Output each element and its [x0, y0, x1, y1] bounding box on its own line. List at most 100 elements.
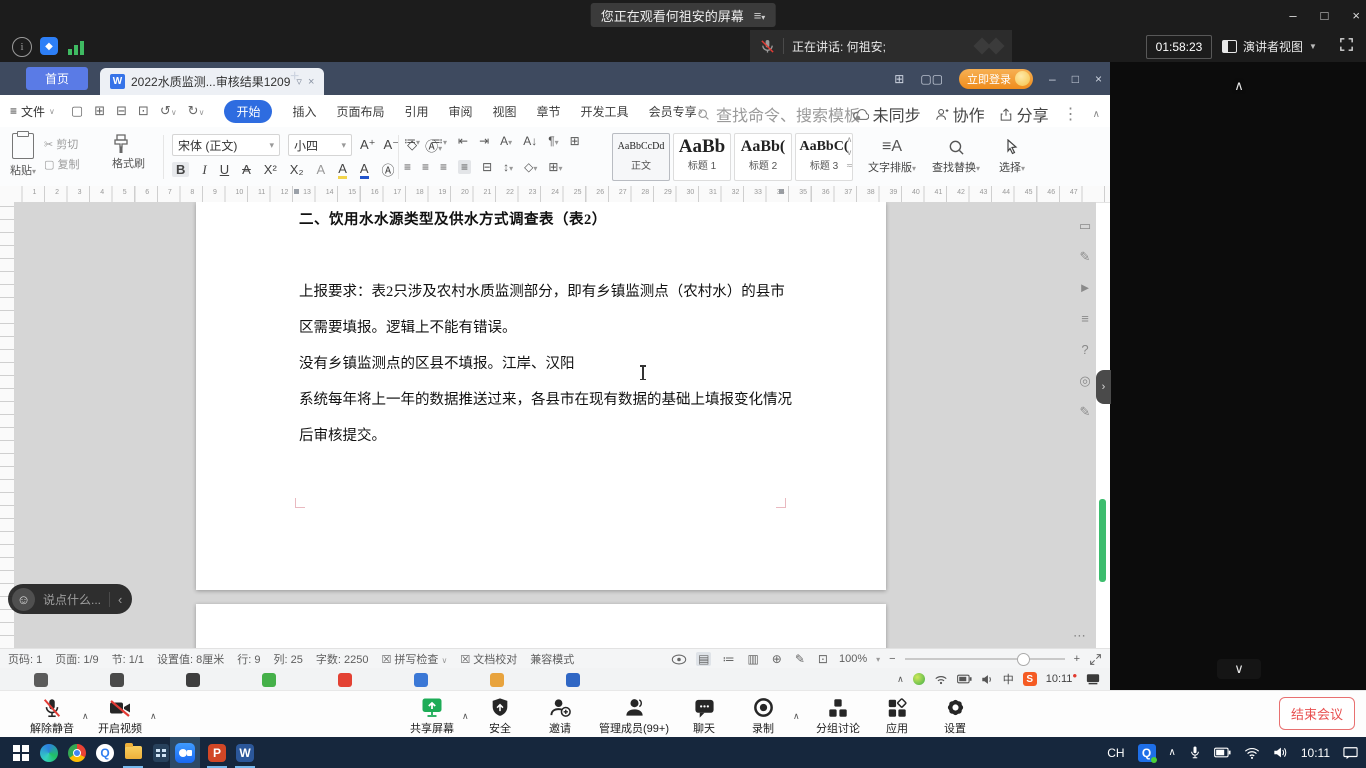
eye-protect-icon[interactable]	[671, 654, 687, 665]
distribute-icon[interactable]: ⊟	[482, 160, 492, 174]
ribbon-tab-章节[interactable]: 章节	[537, 103, 561, 120]
text-layout-button[interactable]: ≡A 文字排版▾	[866, 135, 918, 175]
bullet-list-icon[interactable]: ≔▾	[404, 134, 420, 148]
indent-marker[interactable]	[294, 189, 299, 194]
taskbar-chrome-icon[interactable]	[64, 737, 90, 768]
zoom-caret-icon[interactable]: ▾	[876, 655, 880, 664]
outline-text-button[interactable]: A	[317, 162, 326, 177]
expand-chevron-icon[interactable]: ∨	[1217, 659, 1261, 679]
annotate-icon[interactable]: ✎	[1072, 396, 1098, 427]
style-标题 1[interactable]: AaBb标题 1	[673, 133, 731, 181]
shared-taskbar-icon[interactable]	[566, 673, 580, 687]
tray-expand-icon[interactable]: ∧	[897, 674, 904, 685]
tray-expand-icon[interactable]: ∧	[1169, 747, 1176, 758]
collapse-chevron-icon[interactable]: ‹	[109, 592, 122, 607]
network-signal-icon[interactable]	[68, 37, 86, 55]
fit-page-icon[interactable]: ⊡	[816, 652, 830, 666]
char-border-button[interactable]: Ⓐ	[382, 160, 395, 179]
emoji-icon[interactable]: ☺	[12, 588, 35, 611]
action-center-icon[interactable]	[1343, 746, 1358, 760]
wps-restore-icon[interactable]: □	[1072, 72, 1079, 86]
clock[interactable]: 10:11	[1301, 746, 1330, 760]
wifi-icon[interactable]	[1244, 747, 1260, 759]
taskbar-start-icon[interactable]	[8, 737, 34, 768]
italic-button[interactable]: I	[202, 162, 206, 178]
ribbon-tab-引用[interactable]: 引用	[404, 103, 428, 120]
font-family-select[interactable]: 宋体 (正文)▾	[172, 134, 280, 156]
columns-icon[interactable]: ⊞	[570, 134, 580, 148]
shared-taskbar-icon[interactable]	[262, 673, 276, 687]
collapse-ribbon-icon[interactable]: ∧	[1093, 109, 1100, 120]
document-page-2[interactable]	[196, 604, 886, 648]
taskbar-word-icon[interactable]: W	[232, 737, 258, 768]
split-view-icon[interactable]: ⊞	[894, 72, 904, 86]
layout-grid-icon[interactable]: ▢▢	[920, 72, 943, 86]
locate-icon[interactable]: ◎	[1072, 365, 1098, 396]
fullscreen-icon[interactable]	[1338, 36, 1355, 53]
wps-minimize-icon[interactable]: –	[1049, 72, 1056, 86]
vertical-ruler[interactable]	[0, 202, 15, 648]
shared-taskbar-icon[interactable]	[34, 673, 48, 687]
shared-taskbar-icon[interactable]	[338, 673, 352, 687]
superscript-button[interactable]: X²	[264, 162, 277, 177]
copy-button[interactable]: ▢ 复制	[44, 155, 79, 175]
taskbar-powerpoint-icon[interactable]: P	[204, 737, 230, 768]
battery-icon[interactable]	[1214, 747, 1231, 758]
taskbar-edge-icon[interactable]	[36, 737, 62, 768]
chat-placeholder[interactable]: 说点什么...	[43, 591, 101, 608]
decrease-indent-icon[interactable]: ⇤	[458, 134, 468, 148]
zoom-value[interactable]: 100%	[839, 653, 867, 665]
style-标题 2[interactable]: AaBb(标题 2	[734, 133, 792, 181]
zoom-slider[interactable]	[905, 658, 1065, 660]
cut-button[interactable]: ✂ 剪切	[44, 135, 79, 155]
mic-tray-icon[interactable]	[1189, 745, 1201, 760]
bold-button[interactable]: B	[172, 162, 189, 177]
write-mode-icon[interactable]: ✎	[793, 652, 807, 666]
toolbar-settings-gear[interactable]: 设置	[910, 695, 1000, 736]
font-size-select[interactable]: 小四▾	[288, 134, 352, 156]
wps-close-icon[interactable]: ×	[1095, 72, 1102, 86]
page-view-icon[interactable]: ▤	[696, 652, 711, 666]
borders-icon[interactable]: ⊞▾	[548, 160, 562, 174]
qq-ime-icon[interactable]: Q	[1138, 744, 1156, 762]
end-meeting-button[interactable]: 结束会议	[1279, 697, 1355, 730]
paste-button[interactable]: 粘贴▾	[10, 133, 36, 179]
text-effects-icon[interactable]: A▾	[500, 134, 512, 148]
chevron-up-icon[interactable]: ∧	[150, 711, 157, 722]
more-options-icon[interactable]: ⋮	[1063, 104, 1079, 124]
maximize-icon[interactable]: □	[1321, 8, 1329, 23]
ribbon-tab-开发工具[interactable]: 开发工具	[581, 103, 629, 120]
ribbon-tab-审阅[interactable]: 审阅	[449, 103, 473, 120]
increase-indent-icon[interactable]: ⇥	[479, 134, 489, 148]
ruler-icon[interactable]: ≡	[1072, 303, 1098, 334]
new-tab-button[interactable]: +	[290, 68, 299, 86]
print-preview-icon[interactable]: ⊡	[138, 103, 149, 119]
ribbon-tab-会员专享[interactable]: 会员专享	[649, 103, 697, 120]
highlight-color-button[interactable]: A	[338, 161, 347, 179]
meeting-security-icon[interactable]: ◆	[40, 37, 58, 55]
shared-taskbar-icon[interactable]	[490, 673, 504, 687]
format-painter-button[interactable]: 格式刷	[112, 133, 145, 171]
find-replace-button[interactable]: 查找替换▾	[928, 135, 984, 175]
scrollbar-thumb[interactable]	[1099, 499, 1106, 582]
style-gallery-scroll[interactable]: ∧∨≂	[846, 135, 853, 170]
volume-icon[interactable]	[981, 674, 994, 685]
font-color-button[interactable]: A	[360, 161, 369, 179]
numbered-list-icon[interactable]: ≕▾	[431, 134, 447, 148]
banner-menu-icon[interactable]: ≡▾	[754, 8, 766, 23]
ime-indicator[interactable]: 中	[1003, 671, 1014, 687]
justify-icon[interactable]: ≡	[458, 160, 471, 174]
pointer-icon[interactable]: ►	[1072, 272, 1098, 303]
align-right-icon[interactable]: ≡	[440, 160, 447, 174]
login-button[interactable]: 立即登录	[959, 69, 1033, 89]
ribbon-tab-页面布局[interactable]: 页面布局	[336, 103, 384, 120]
horizontal-ruler[interactable]: 1234567891011121314151617181920212223242…	[0, 186, 1110, 203]
sidebar-collapse-handle[interactable]: ›	[1096, 370, 1111, 404]
spell-check-toggle[interactable]: ☒ 拼写检查 ∨	[381, 651, 447, 667]
strikethrough-button[interactable]: A	[242, 162, 251, 177]
zoom-out-icon[interactable]: −	[889, 653, 895, 665]
document-canvas[interactable]: 二、饮用水水源类型及供水方式调查表（表2）上报要求：表2只涉及农村水质监测部分，…	[14, 202, 1096, 648]
minimize-icon[interactable]: –	[1289, 8, 1296, 23]
more-tools-icon[interactable]: ⋯	[1073, 628, 1086, 644]
shared-taskbar-icon[interactable]	[186, 673, 200, 687]
